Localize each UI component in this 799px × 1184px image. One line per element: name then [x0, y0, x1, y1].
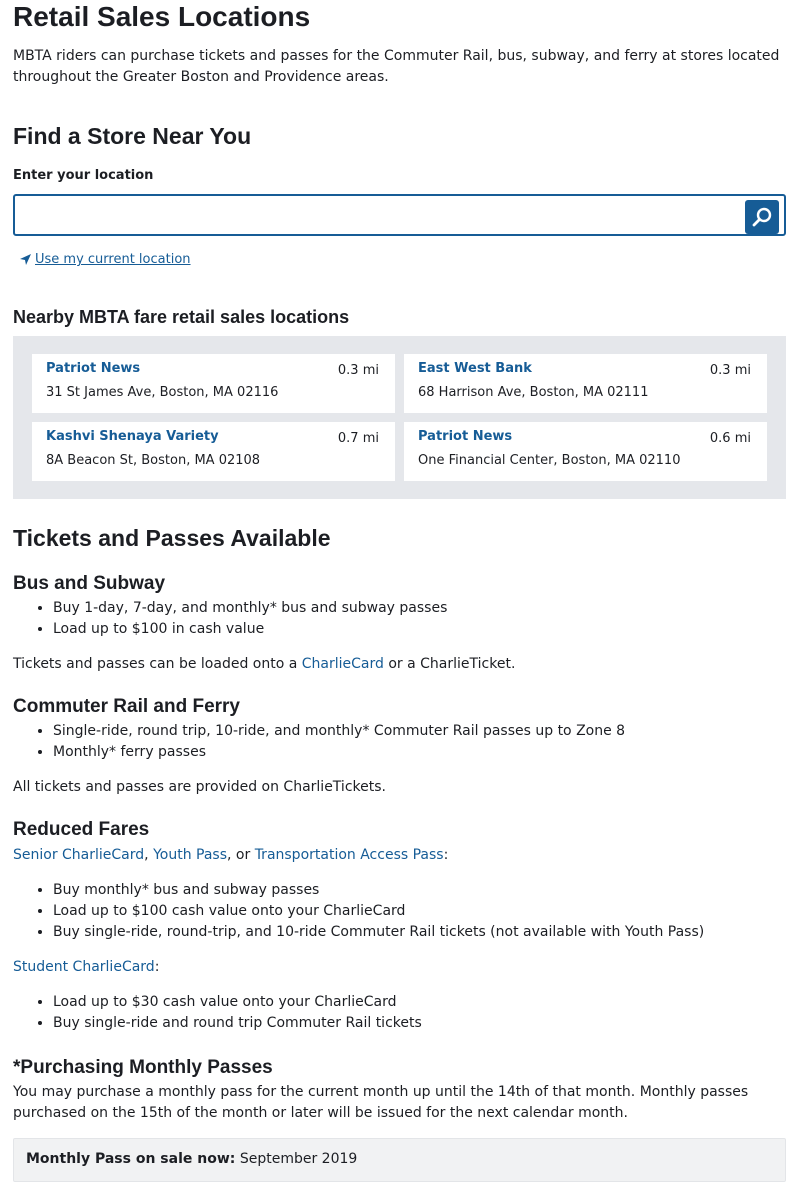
bus-note: Tickets and passes can be loaded onto a … — [13, 654, 786, 675]
store-distance: 0.6 mi — [709, 431, 751, 446]
reduced-list: Buy monthly* bus and subway passes Load … — [13, 880, 786, 943]
location-arrow-icon — [20, 254, 31, 265]
separator: , or — [227, 847, 255, 863]
list-item: Load up to $30 cash value onto your Char… — [53, 992, 786, 1013]
monthly-pass-callout: Monthly Pass on sale now: September 2019 — [13, 1138, 786, 1182]
page-title: Retail Sales Locations — [13, 1, 311, 32]
store-address: 8A Beacon St, Boston, MA 02108 — [46, 453, 261, 468]
sale-label: Monthly Pass on sale now: — [26, 1151, 236, 1167]
student-charliecard-link[interactable]: Student CharlieCard — [13, 959, 155, 975]
list-item: Buy monthly* bus and subway passes — [53, 880, 786, 901]
youth-pass-link[interactable]: Youth Pass — [153, 847, 227, 863]
finder-heading: Find a Store Near You — [13, 123, 252, 149]
list-item: Buy 1-day, 7-day, and monthly* bus and s… — [53, 598, 786, 619]
store-name-link[interactable]: Patriot News — [46, 361, 381, 377]
list-item: Buy single-ride, round-trip, and 10-ride… — [53, 922, 786, 943]
store-distance: 0.3 mi — [337, 363, 379, 378]
store-name-link[interactable]: East West Bank — [418, 361, 753, 377]
transportation-access-pass-link[interactable]: Transportation Access Pass — [255, 847, 444, 863]
use-location-row: Use my current location — [13, 252, 786, 267]
colon: : — [154, 959, 160, 975]
store-card: East West Bank 0.3 mi 68 Harrison Ave, B… — [404, 354, 767, 413]
store-address: 31 St James Ave, Boston, MA 02116 — [46, 385, 279, 400]
sale-value: September 2019 — [235, 1151, 358, 1167]
rail-ferry-heading: Commuter Rail and Ferry — [13, 696, 240, 717]
tickets-heading: Tickets and Passes Available — [13, 525, 331, 551]
senior-charliecard-link[interactable]: Senior CharlieCard — [13, 847, 144, 863]
monthly-passes-heading: *Purchasing Monthly Passes — [13, 1057, 273, 1078]
monthly-passes-text: You may purchase a monthly pass for the … — [13, 1084, 749, 1121]
store-card: Patriot News 0.6 mi One Financial Center… — [404, 422, 767, 481]
rail-ferry-list: Single-ride, round trip, 10-ride, and mo… — [13, 721, 786, 763]
store-name-link[interactable]: Patriot News — [418, 429, 753, 445]
nearby-heading: Nearby MBTA fare retail sales locations — [13, 307, 350, 327]
student-list: Load up to $30 cash value onto your Char… — [13, 992, 786, 1034]
list-item: Monthly* ferry passes — [53, 742, 786, 763]
store-card: Kashvi Shenaya Variety 0.7 mi 8A Beacon … — [32, 422, 395, 481]
store-address: 68 Harrison Ave, Boston, MA 02111 — [418, 385, 649, 400]
location-input-label: Enter your location — [13, 168, 154, 183]
rail-note: All tickets and passes are provided on C… — [13, 779, 386, 795]
bus-note-text: Tickets and passes can be loaded onto a — [13, 656, 302, 672]
store-address: One Financial Center, Boston, MA 02110 — [418, 453, 681, 468]
bus-subway-list: Buy 1-day, 7-day, and monthly* bus and s… — [13, 598, 786, 640]
list-item: Buy single-ride and round trip Commuter … — [53, 1013, 786, 1034]
bus-subway-heading: Bus and Subway — [13, 573, 166, 594]
location-input[interactable] — [15, 196, 735, 234]
store-card: Patriot News 0.3 mi 31 St James Ave, Bos… — [32, 354, 395, 413]
intro-text: MBTA riders can purchase tickets and pas… — [13, 48, 780, 85]
reduced-links: Senior CharlieCard, Youth Pass, or Trans… — [13, 845, 786, 866]
search-button[interactable] — [745, 200, 779, 234]
charliecard-link[interactable]: CharlieCard — [302, 656, 384, 672]
store-distance: 0.3 mi — [709, 363, 751, 378]
separator: , — [144, 847, 154, 863]
bus-note-text-end: or a CharlieTicket. — [383, 656, 516, 672]
list-item: Load up to $100 cash value onto your Cha… — [53, 901, 786, 922]
list-item: Single-ride, round trip, 10-ride, and mo… — [53, 721, 786, 742]
student-links: Student CharlieCard: — [13, 957, 786, 978]
search-icon — [752, 207, 772, 227]
store-list: Patriot News 0.3 mi 31 St James Ave, Bos… — [13, 336, 786, 499]
location-search-box — [13, 194, 786, 236]
store-distance: 0.7 mi — [337, 431, 379, 446]
store-name-link[interactable]: Kashvi Shenaya Variety — [46, 429, 381, 445]
list-item: Load up to $100 in cash value — [53, 619, 786, 640]
colon: : — [443, 847, 449, 863]
use-current-location-link[interactable]: Use my current location — [35, 252, 191, 267]
reduced-fares-heading: Reduced Fares — [13, 819, 150, 840]
